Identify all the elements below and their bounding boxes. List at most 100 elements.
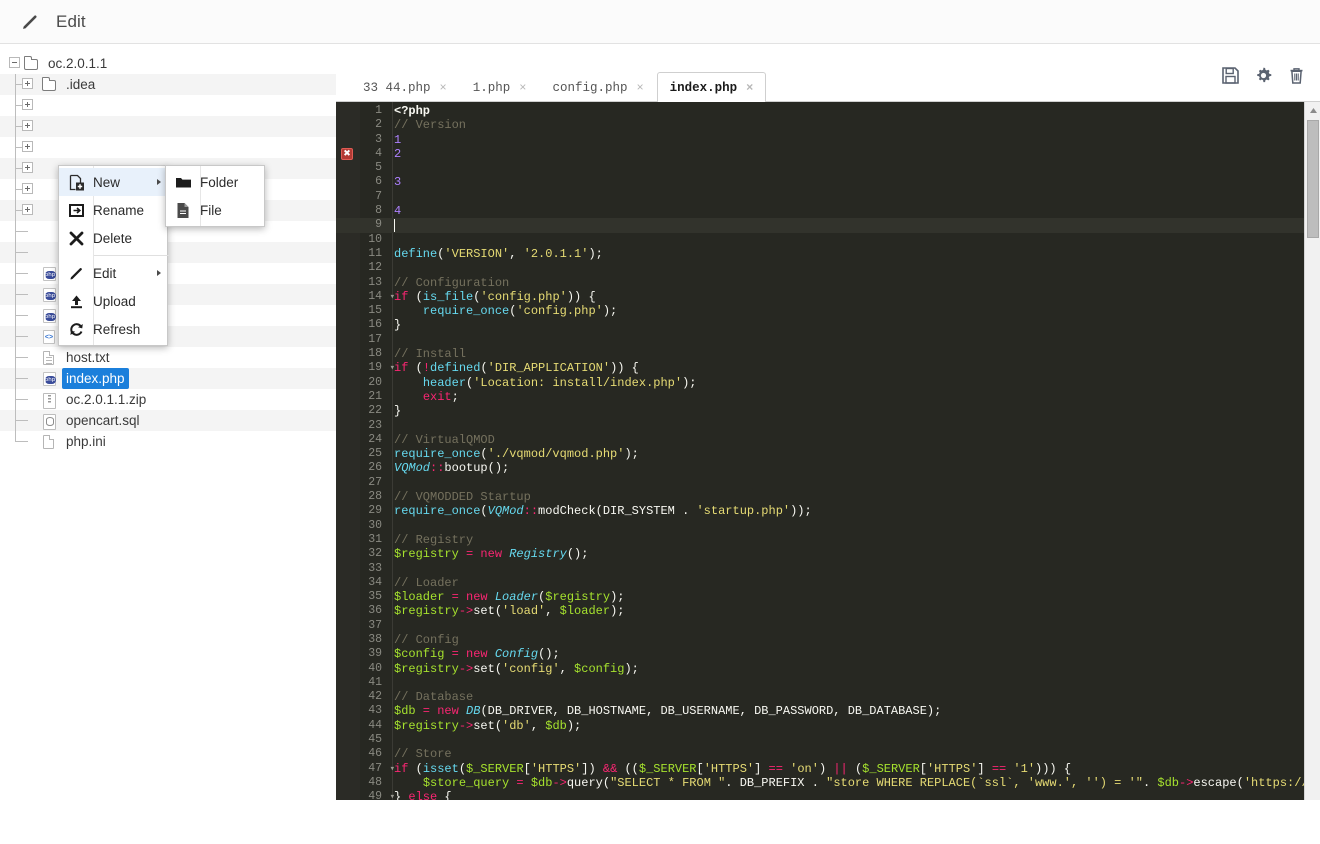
code-line[interactable]: // Database xyxy=(394,690,1304,704)
tree-item[interactable]: 33 44.php xyxy=(0,263,345,284)
code-editor[interactable]: ✖ 1 2 3 4 5 6 7 8 9 10 11 12 13 14 ▾ 15 16 17 18 19 ▾ 20 21 22 2… xyxy=(336,102,1320,844)
tab[interactable]: 1.php × xyxy=(460,72,540,102)
vertical-scrollbar-thumb[interactable] xyxy=(1307,120,1319,238)
code-line[interactable]: $store_query = $db->query("SELECT * FROM… xyxy=(394,776,1304,790)
code-line[interactable]: 4 xyxy=(394,204,1304,218)
editor-toolbar[interactable] xyxy=(1221,66,1306,85)
expand-node-icon[interactable] xyxy=(22,120,33,131)
expand-node-icon[interactable] xyxy=(22,99,33,110)
code-line[interactable]: } xyxy=(394,404,1304,418)
code-line[interactable]: if (is_file('config.php')) { xyxy=(394,290,1304,304)
submenu-item-folder[interactable]: Folder xyxy=(166,168,264,196)
context-menu[interactable]: New Rename Delete Edit Upload Refresh xyxy=(58,165,169,346)
code-line[interactable] xyxy=(394,733,1304,747)
tab[interactable]: 33 44.php × xyxy=(350,72,460,102)
code-line[interactable]: $registry->set('config', $config); xyxy=(394,662,1304,676)
code-line[interactable]: // Version xyxy=(394,118,1304,132)
code-line[interactable]: require_once('config.php'); xyxy=(394,304,1304,318)
code-line[interactable] xyxy=(394,261,1304,275)
code-line[interactable] xyxy=(394,619,1304,633)
code-line[interactable]: // VQMODDED Startup xyxy=(394,490,1304,504)
file-tree[interactable]: oc.2.0.1.1 .idea 33 44.phpconfig (1).phpco… xyxy=(0,53,345,452)
tree-item[interactable]: crossdomain.xml xyxy=(0,326,345,347)
file-tree-panel[interactable]: oc.2.0.1.1 .idea 33 44.phpconfig (1).phpco… xyxy=(0,44,348,844)
tree-item[interactable]: php.ini xyxy=(0,431,345,452)
code-line[interactable] xyxy=(394,233,1304,247)
code-line[interactable] xyxy=(394,161,1304,175)
context-menu-item-rename[interactable]: Rename xyxy=(59,196,169,224)
context-menu-item-upload[interactable]: Upload xyxy=(59,287,169,315)
tree-item[interactable]: config (1).php xyxy=(0,284,345,305)
code-line[interactable]: // Install xyxy=(394,347,1304,361)
code-line[interactable]: $config = new Config(); xyxy=(394,647,1304,661)
tree-item[interactable]: oc.2.0.1.1.zip xyxy=(0,389,345,410)
code-line[interactable]: if (isset($_SERVER['HTTPS']) && (($_SERV… xyxy=(394,762,1304,776)
code-line[interactable]: 3 xyxy=(394,175,1304,189)
code-line[interactable] xyxy=(394,519,1304,533)
code-line[interactable] xyxy=(394,419,1304,433)
context-menu-item-delete[interactable]: Delete xyxy=(59,224,169,252)
tree-item[interactable]: opencart.sql xyxy=(0,410,345,431)
code-line[interactable]: header('Location: install/index.php'); xyxy=(394,376,1304,390)
expand-node-icon[interactable] xyxy=(22,162,33,173)
code-line[interactable]: $db = new DB(DB_DRIVER, DB_HOSTNAME, DB_… xyxy=(394,704,1304,718)
code-line[interactable]: 1 xyxy=(394,133,1304,147)
vertical-scrollbar[interactable] xyxy=(1304,102,1320,826)
code-line[interactable]: if (!defined('DIR_APPLICATION')) { xyxy=(394,361,1304,375)
code-line[interactable]: $registry = new Registry(); xyxy=(394,547,1304,561)
context-menu-item-refresh[interactable]: Refresh xyxy=(59,315,169,343)
code-line[interactable]: $registry->set('db', $db); xyxy=(394,719,1304,733)
tab-close-icon[interactable]: × xyxy=(519,81,526,95)
tree-item[interactable] xyxy=(0,242,345,263)
tab-active[interactable]: index.php × xyxy=(656,72,767,102)
code-viewport[interactable]: ✖ 1 2 3 4 5 6 7 8 9 10 11 12 13 14 ▾ 15 16 17 18 19 ▾ 20 21 22 2… xyxy=(336,102,1304,826)
tree-item[interactable]: host.txt xyxy=(0,347,345,368)
tree-item[interactable]: config.php xyxy=(0,305,345,326)
context-menu-item-edit[interactable]: Edit xyxy=(59,259,169,287)
code-line[interactable]: $registry->set('load', $loader); xyxy=(394,604,1304,618)
tree-item[interactable]: .idea xyxy=(0,74,345,95)
tab-close-icon[interactable]: × xyxy=(440,81,447,95)
code-line[interactable]: // Config xyxy=(394,633,1304,647)
code-content[interactable]: <?php// Version 1 2 3 4 define('VERSION', … xyxy=(394,102,1304,826)
tree-item[interactable] xyxy=(0,95,345,116)
code-line[interactable] xyxy=(394,333,1304,347)
code-line[interactable] xyxy=(394,476,1304,490)
code-line[interactable] xyxy=(394,562,1304,576)
save-disk-icon[interactable] xyxy=(1221,66,1240,85)
code-line[interactable]: VQMod::bootup(); xyxy=(394,461,1304,475)
submenu-item-file[interactable]: File xyxy=(166,196,264,224)
code-line[interactable]: // Loader xyxy=(394,576,1304,590)
code-line[interactable] xyxy=(394,218,1304,232)
code-line[interactable] xyxy=(394,676,1304,690)
code-line[interactable]: // Store xyxy=(394,747,1304,761)
code-line[interactable]: // VirtualQMOD xyxy=(394,433,1304,447)
tree-item[interactable] xyxy=(0,116,345,137)
code-line[interactable]: exit; xyxy=(394,390,1304,404)
expand-node-icon[interactable] xyxy=(22,78,33,89)
tab-close-icon[interactable]: × xyxy=(636,81,643,95)
code-line[interactable]: 2 xyxy=(394,147,1304,161)
code-line[interactable] xyxy=(394,190,1304,204)
code-line[interactable]: $loader = new Loader($registry); xyxy=(394,590,1304,604)
trash-icon[interactable] xyxy=(1287,66,1306,85)
code-line[interactable]: } xyxy=(394,318,1304,332)
expand-node-icon[interactable] xyxy=(22,183,33,194)
code-line[interactable]: define('VERSION', '2.0.1.1'); xyxy=(394,247,1304,261)
expand-node-icon[interactable] xyxy=(22,204,33,215)
scroll-up-arrow[interactable] xyxy=(1305,102,1320,118)
context-submenu-new[interactable]: Folder File xyxy=(165,165,265,227)
tree-item-selected[interactable]: index.php xyxy=(0,368,345,389)
code-line[interactable]: <?php xyxy=(394,104,1304,118)
gear-icon[interactable] xyxy=(1254,66,1273,85)
context-menu-item-new[interactable]: New xyxy=(59,168,169,196)
tab[interactable]: config.php × xyxy=(539,72,656,102)
tree-item[interactable] xyxy=(0,137,345,158)
expand-node-icon[interactable] xyxy=(22,141,33,152)
tree-item[interactable]: oc.2.0.1.1 xyxy=(0,53,345,74)
tab-close-icon[interactable]: × xyxy=(746,81,753,95)
tab-list[interactable]: 33 44.php × 1.php × config.php × index.php × xyxy=(350,67,767,102)
code-line[interactable]: // Registry xyxy=(394,533,1304,547)
code-line[interactable]: require_once(VQMod::modCheck(DIR_SYSTEM … xyxy=(394,504,1304,518)
collapse-node-icon[interactable] xyxy=(9,57,20,68)
